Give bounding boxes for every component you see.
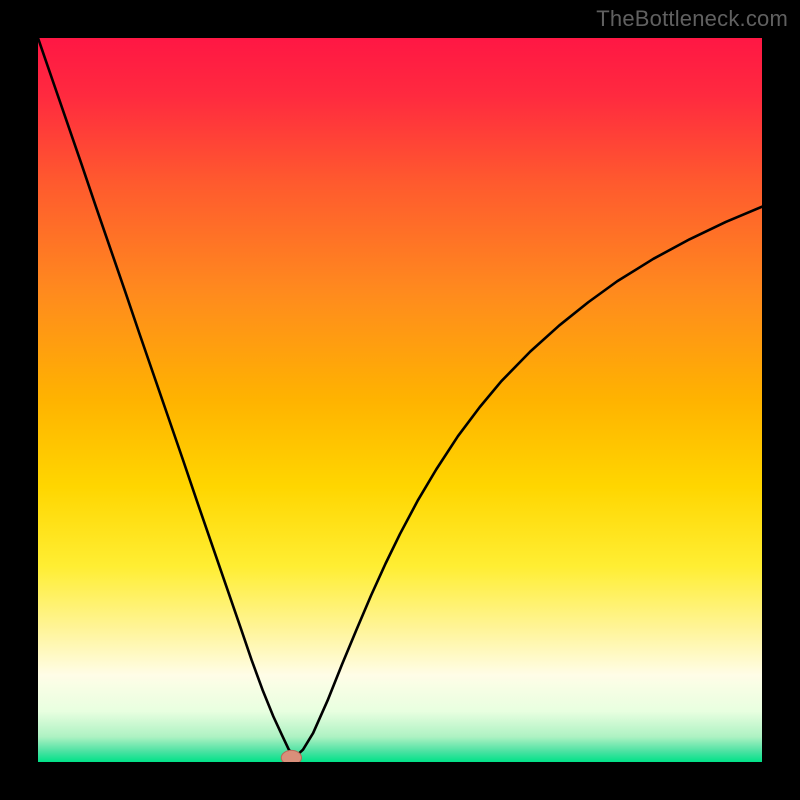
plot-area	[38, 38, 762, 762]
bottleneck-chart	[38, 38, 762, 762]
attribution-text: TheBottleneck.com	[596, 6, 788, 32]
chart-frame: TheBottleneck.com	[0, 0, 800, 800]
optimal-point-marker	[281, 750, 301, 762]
gradient-background	[38, 38, 762, 762]
